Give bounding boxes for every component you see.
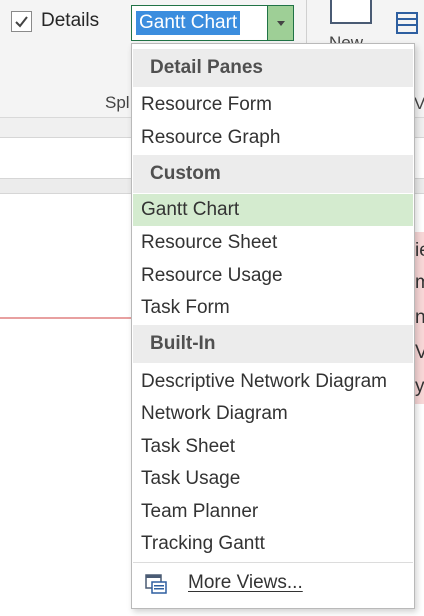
background-text-fragment: n <box>415 307 424 328</box>
menu-item-resource-graph[interactable]: Resource Graph <box>133 122 413 154</box>
view-combo[interactable]: Gantt Chart <box>131 5 294 41</box>
split-group-label: Spl <box>105 93 130 112</box>
menu-item-resource-sheet[interactable]: Resource Sheet <box>133 227 413 259</box>
view-combo-dropdown-button[interactable] <box>267 6 293 40</box>
view-dropdown-list: Detail Panes Resource Form Resource Grap… <box>131 43 415 609</box>
stage: Details Gantt Chart Spl New V ie m n Ve … <box>0 0 424 616</box>
details-label: Details <box>41 10 100 31</box>
details-checkbox[interactable] <box>11 11 32 32</box>
group-header-detail-panes: Detail Panes <box>133 49 413 87</box>
menu-item-task-sheet[interactable]: Task Sheet <box>133 431 413 463</box>
menu-item-team-planner[interactable]: Team Planner <box>133 496 413 528</box>
more-views-label[interactable]: More Views... <box>188 572 303 594</box>
menu-item-gantt-chart[interactable]: Gantt Chart <box>133 194 413 226</box>
menu-item-task-form[interactable]: Task Form <box>133 292 413 324</box>
background-text-fragment: ie <box>415 240 424 261</box>
chevron-down-icon <box>277 21 285 26</box>
menu-item-resource-usage[interactable]: Resource Usage <box>133 260 413 292</box>
checkmark-icon <box>15 16 28 28</box>
menu-item-descriptive-network-diagram[interactable]: Descriptive Network Diagram <box>133 366 413 398</box>
more-views-button[interactable]: More Views... <box>133 564 413 604</box>
menu-item-task-usage[interactable]: Task Usage <box>133 463 413 495</box>
group-header-custom: Custom <box>133 155 413 193</box>
more-views-icon <box>145 574 167 594</box>
status-date-line <box>0 317 140 319</box>
background-text-fragment: y <box>415 376 424 397</box>
ribbon-right-edge-label: V <box>414 94 424 113</box>
group-header-built-in: Built-In <box>133 325 413 363</box>
background-text-fragment: m <box>415 272 424 293</box>
menu-item-network-diagram[interactable]: Network Diagram <box>133 398 413 430</box>
menu-item-resource-form[interactable]: Resource Form <box>133 89 413 121</box>
menu-item-tracking-gantt[interactable]: Tracking Gantt <box>133 528 413 560</box>
menu-divider <box>133 562 413 563</box>
new-window-icon[interactable] <box>330 0 372 24</box>
arrange-all-icon[interactable] <box>396 12 418 34</box>
view-combo-value[interactable]: Gantt Chart <box>136 11 241 35</box>
background-text-fragment: Ve <box>415 342 424 363</box>
